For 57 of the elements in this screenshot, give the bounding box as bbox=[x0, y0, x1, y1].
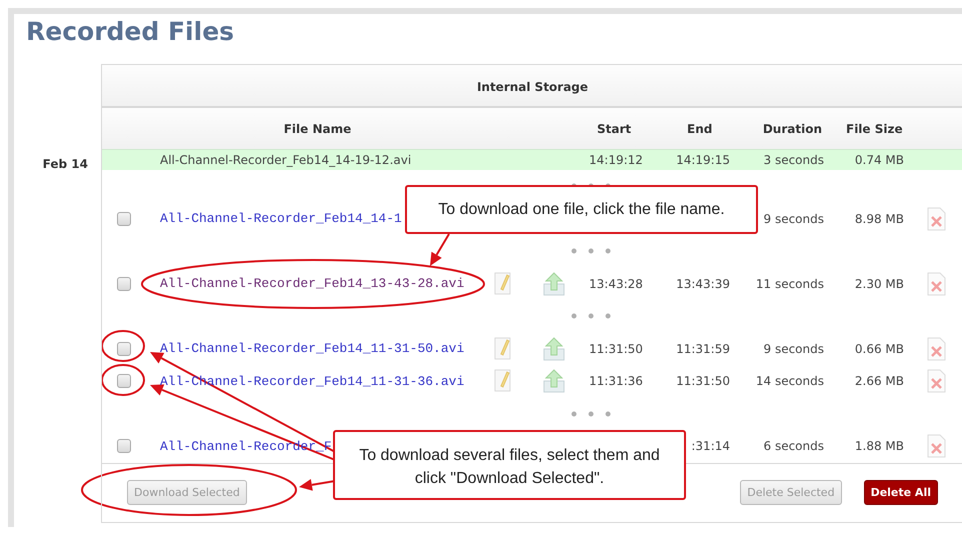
file-size: 8.98 MB bbox=[854, 212, 904, 226]
checkbox[interactable] bbox=[117, 439, 131, 454]
arrow bbox=[299, 478, 336, 491]
file-size: 1.88 MB bbox=[854, 439, 904, 454]
end-time: 13:43:39 bbox=[676, 276, 730, 291]
highlight-ellipse bbox=[101, 330, 145, 362]
highlight-ellipse bbox=[101, 364, 145, 396]
duration: 3 seconds bbox=[764, 153, 824, 167]
date-label: Feb 14 bbox=[42, 157, 88, 171]
start-time: 11:31:50 bbox=[589, 342, 643, 356]
duration: 14 seconds bbox=[756, 374, 824, 388]
ellipsis-icon bbox=[571, 248, 611, 254]
delete-icon[interactable] bbox=[926, 368, 948, 394]
duration: 6 seconds bbox=[764, 439, 824, 454]
column-heading: File Name bbox=[282, 122, 352, 136]
end-time: 11:31:59 bbox=[676, 342, 730, 356]
column-heading: Start bbox=[596, 122, 632, 136]
column-heading: File Size bbox=[846, 122, 904, 136]
file-size: 2.30 MB bbox=[854, 276, 904, 291]
callout: To download several files, select them and click "Download Selected". bbox=[333, 430, 686, 500]
checkbox[interactable] bbox=[117, 374, 131, 388]
ellipsis-icon bbox=[571, 313, 611, 320]
file-name: All-Channel-Recorder_Feb14_14-19-12.avi bbox=[159, 153, 412, 167]
recording-row[interactable]: All-Channel-Recorder_Feb14_14-19-12.avi 14:19:12 14:19:15 3 seconds 0.74 MB bbox=[102, 150, 962, 170]
upload-icon[interactable] bbox=[542, 270, 564, 297]
end-time: :31:14 bbox=[691, 439, 730, 454]
upload-icon[interactable] bbox=[542, 336, 564, 362]
end-time: 11:31:50 bbox=[676, 374, 730, 388]
start-time: 11:31:36 bbox=[589, 374, 643, 388]
start-time: 13:43:28 bbox=[589, 276, 643, 291]
checkbox[interactable] bbox=[117, 276, 131, 291]
action-button[interactable]: Delete All bbox=[864, 480, 938, 505]
file-link[interactable]: All-Channel-Recorder_Feb14_14-1 bbox=[146, 211, 402, 226]
delete-icon[interactable] bbox=[926, 336, 948, 362]
file-size: 0.66 MB bbox=[854, 342, 904, 356]
column-heading: Duration bbox=[762, 122, 823, 136]
delete-icon[interactable] bbox=[926, 433, 948, 460]
column-heading: End bbox=[686, 122, 714, 136]
duration: 9 seconds bbox=[764, 212, 824, 226]
delete-icon[interactable] bbox=[926, 206, 948, 232]
ellipsis-icon bbox=[571, 410, 611, 417]
file-link[interactable]: All-Channel-Recorder_Feb14_11-31-50.avi bbox=[146, 341, 464, 356]
file-link[interactable]: All-Channel-Recorder_Feb14_13-43-28.avi bbox=[146, 276, 464, 292]
start-time: 14:19:12 bbox=[589, 153, 643, 167]
delete-icon[interactable] bbox=[926, 270, 948, 297]
duration: 11 seconds bbox=[756, 276, 824, 291]
upload-icon[interactable] bbox=[542, 368, 564, 394]
checkbox[interactable] bbox=[117, 342, 131, 356]
checkbox[interactable] bbox=[117, 212, 131, 226]
storage-header: Internal Storage bbox=[102, 64, 962, 108]
end-time: 14:19:15 bbox=[676, 153, 730, 167]
duration: 9 seconds bbox=[764, 342, 824, 356]
page-title: Recorded Files bbox=[25, 16, 236, 48]
callout: To download one file, click the file name. bbox=[405, 185, 758, 234]
arrow bbox=[430, 234, 450, 266]
file-size: 2.66 MB bbox=[854, 374, 904, 388]
file-size: 0.74 MB bbox=[854, 153, 904, 167]
